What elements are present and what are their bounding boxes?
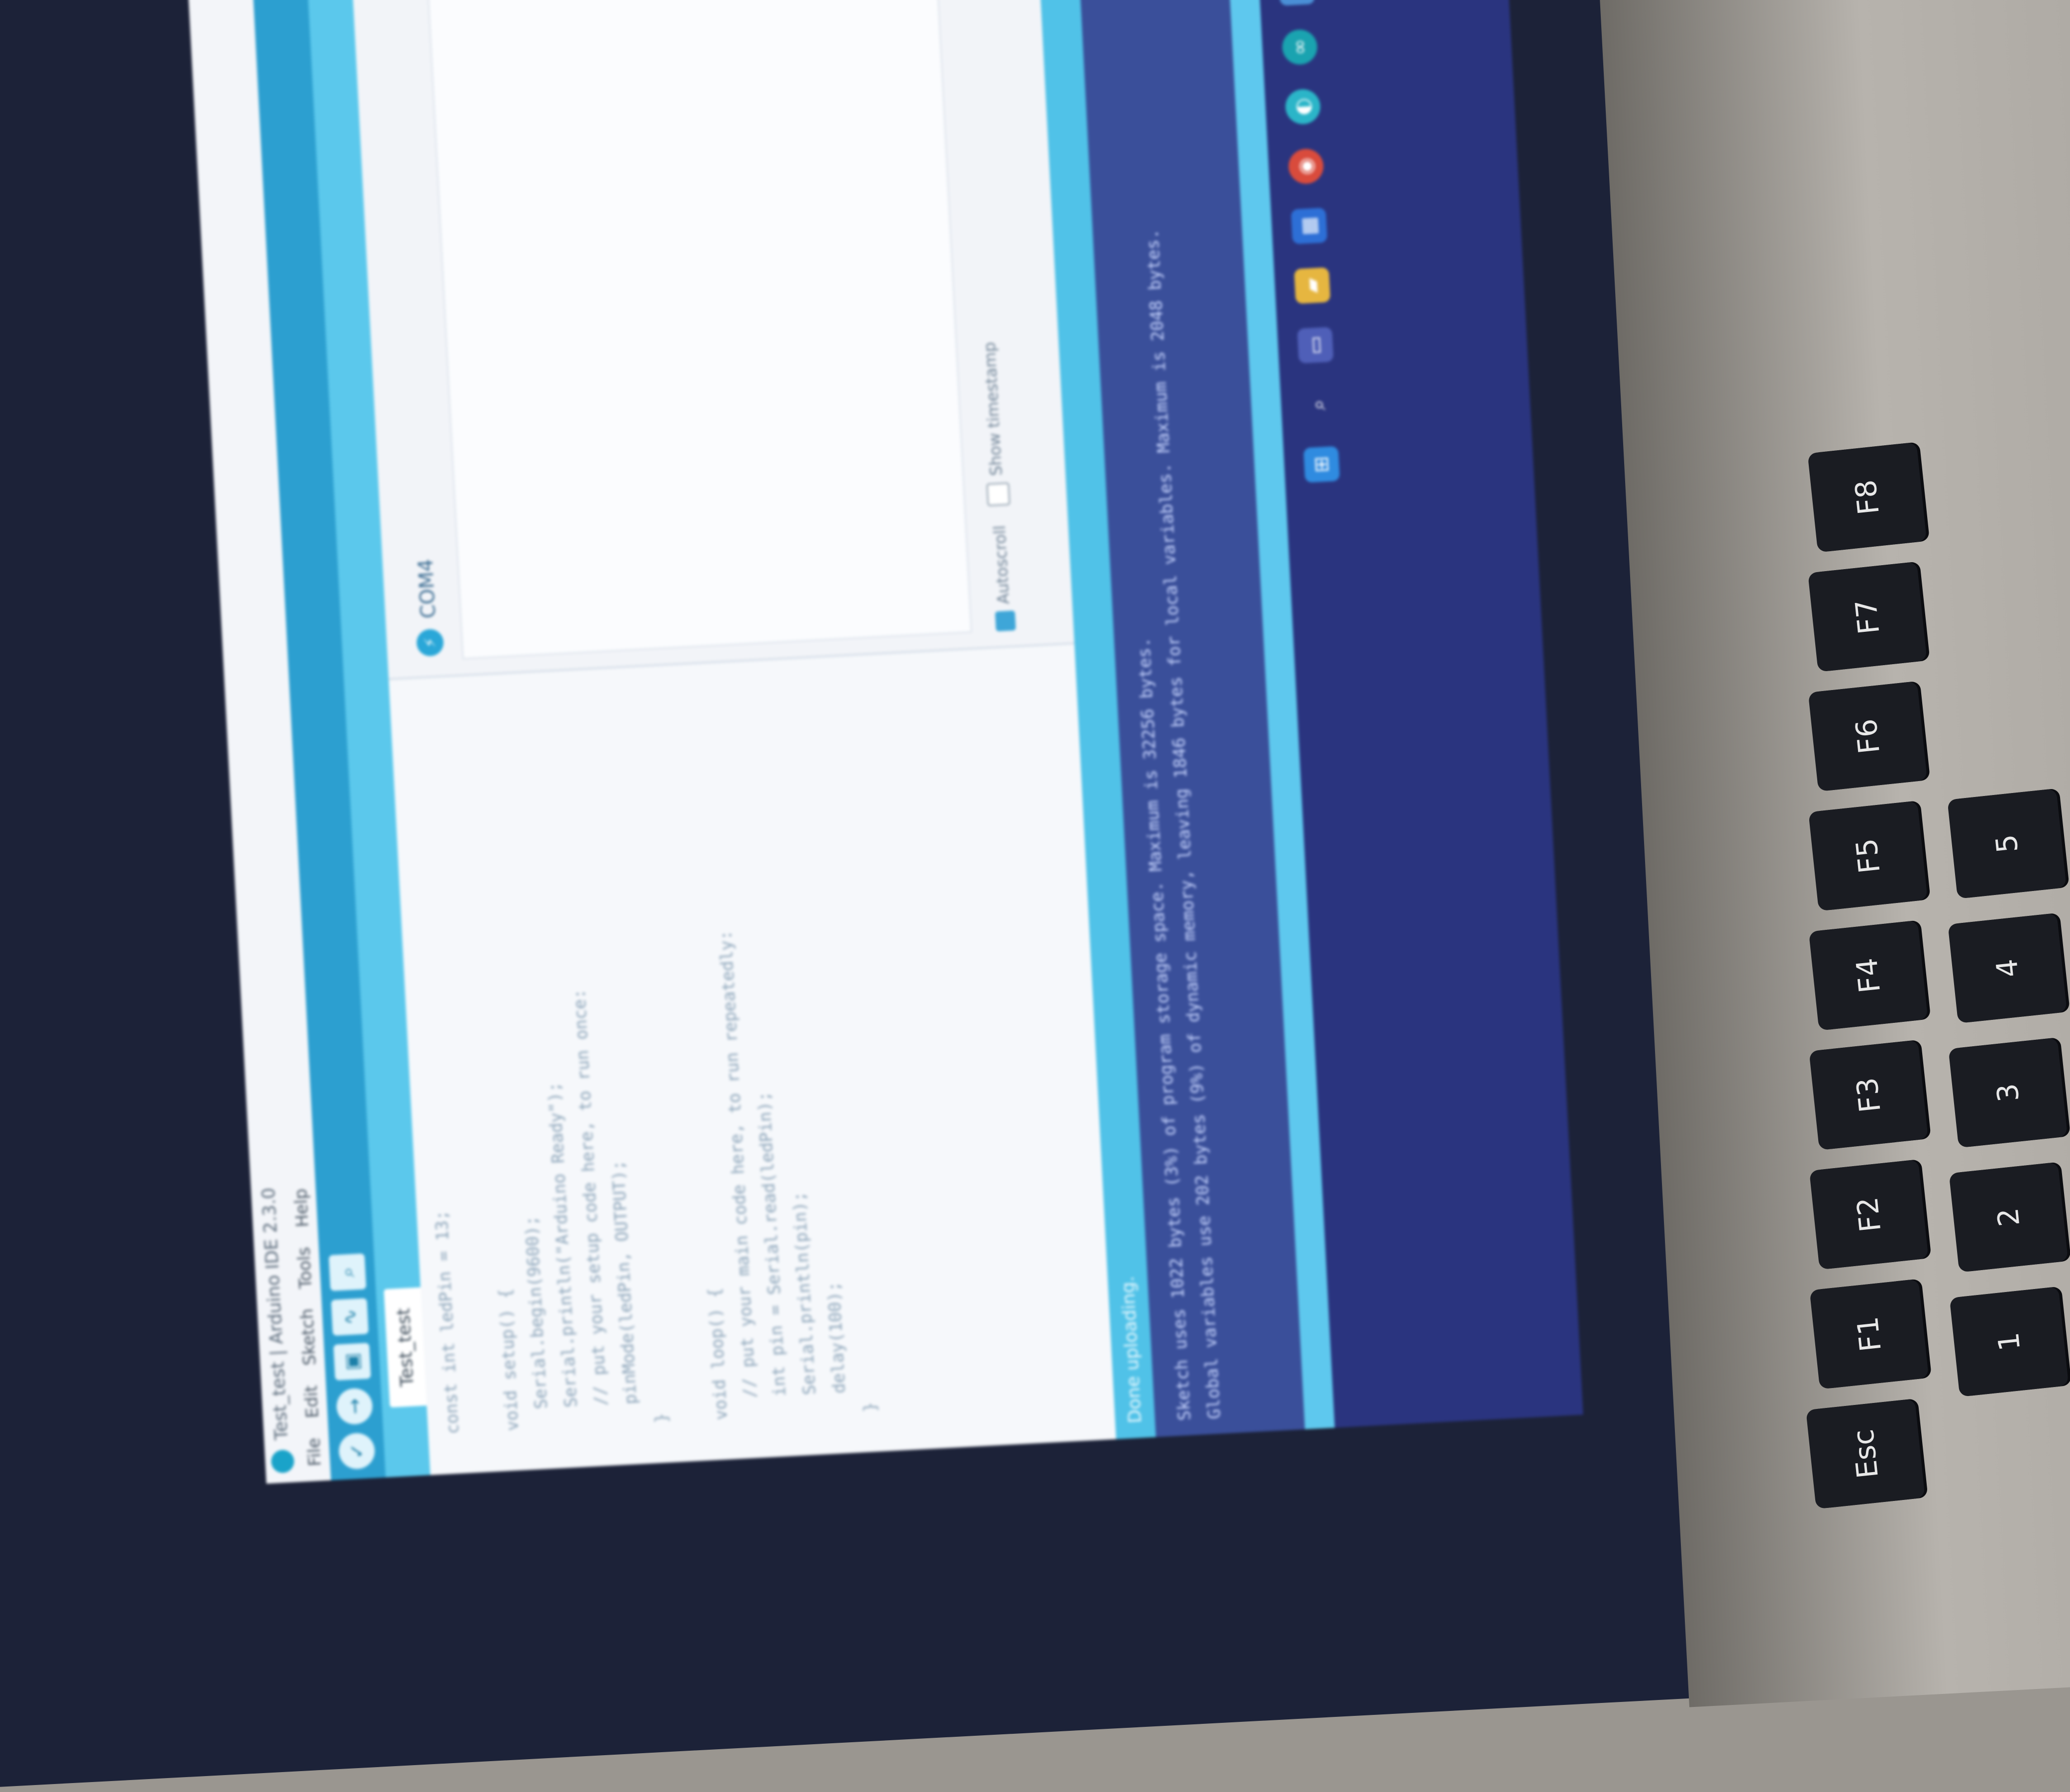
code-line: Serial.println(pin);: [789, 1191, 821, 1416]
key-f2[interactable]: F2: [1809, 1159, 1929, 1270]
task-view-icon[interactable]: ▭: [1297, 327, 1334, 364]
serial-plotter-button[interactable]: ∿: [331, 1298, 369, 1336]
tab-sketch[interactable]: Test_test: [384, 1287, 427, 1408]
serial-monitor-icon: ⌕: [336, 1266, 359, 1278]
timestamp-toggle[interactable]: Show timestamp: [979, 341, 1011, 506]
window-title: Test_test | Arduino IDE 2.3.0: [258, 1187, 292, 1441]
serial-monitor-button[interactable]: ⌕: [328, 1253, 367, 1292]
key-3[interactable]: 3: [1948, 1037, 2068, 1148]
key-f7[interactable]: F7: [1808, 561, 1927, 672]
key-1[interactable]: 1: [1949, 1286, 2069, 1397]
code-line: const int ledPin = 13;: [431, 1209, 463, 1435]
timestamp-label: Show timestamp: [980, 341, 1006, 477]
menu-edit[interactable]: Edit: [301, 1385, 322, 1419]
menu-tools[interactable]: Tools: [294, 1247, 316, 1290]
code-line: Serial.begin(9600);: [521, 1215, 553, 1430]
code-line: void loop() {: [704, 1287, 731, 1421]
code-line: }: [651, 1412, 672, 1424]
autoscroll-label: Autoscroll: [990, 525, 1013, 605]
code-line: void setup() {: [495, 1288, 523, 1432]
arrow-right-icon: →: [343, 1397, 366, 1415]
menu-file[interactable]: File: [304, 1437, 325, 1467]
port-selector[interactable]: ⚡ COM4: [413, 558, 444, 657]
key-f6[interactable]: F6: [1808, 681, 1928, 792]
checkbox-checked-icon: [995, 610, 1016, 632]
edge-icon[interactable]: ◐: [1284, 88, 1322, 125]
serial-monitor-footer: Autoscroll Show timestamp: [979, 341, 1017, 632]
file-explorer-icon[interactable]: ▰: [1294, 267, 1331, 304]
verify-button[interactable]: ✓: [338, 1432, 376, 1470]
arduino-icon[interactable]: ∞: [1281, 28, 1318, 66]
code-line: delay(100);: [824, 1281, 851, 1414]
key-f1[interactable]: F1: [1809, 1279, 1929, 1390]
arduino-logo-icon: [270, 1449, 295, 1474]
key-esc[interactable]: Esc: [1806, 1398, 1925, 1509]
usb-icon: ⚡: [415, 628, 444, 657]
key-4[interactable]: 4: [1948, 913, 2068, 1024]
plotter-icon: ∿: [338, 1308, 361, 1326]
debug-icon: ▣: [340, 1352, 364, 1372]
key-5[interactable]: 5: [1947, 788, 2067, 899]
laptop-screen: Test_test | Arduino IDE 2.3.0 File Edit …: [188, 0, 1583, 1484]
debug-button[interactable]: ▣: [333, 1343, 371, 1381]
store-icon[interactable]: ▦: [1291, 207, 1328, 244]
key-2[interactable]: 2: [1949, 1162, 2069, 1273]
search-icon[interactable]: ⌕: [1300, 387, 1337, 423]
code-line: pinMode(ledPin, OUTPUT);: [608, 1160, 642, 1425]
key-f8[interactable]: F8: [1807, 442, 1927, 553]
taskbar-icons: ⊞ ⌕ ▭ ▰ ▦ ◉ ◐ ∞ ▤: [1278, 0, 1340, 483]
serial-monitor-panel: ⚡ COM4 Autoscroll Show timestamp: [352, 0, 1075, 681]
autoscroll-toggle[interactable]: Autoscroll: [990, 525, 1016, 632]
code-line: int pin = Serial.read(ledPin);: [754, 1091, 791, 1418]
chrome-icon[interactable]: ◉: [1287, 148, 1325, 185]
key-f4[interactable]: F4: [1808, 920, 1928, 1031]
key-f5[interactable]: F5: [1808, 800, 1928, 911]
app-icon[interactable]: ▤: [1278, 0, 1315, 6]
menu-help[interactable]: Help: [291, 1188, 312, 1228]
port-label: COM4: [414, 558, 440, 619]
key-f3[interactable]: F3: [1809, 1040, 1929, 1150]
windows-start-icon[interactable]: ⊞: [1303, 446, 1340, 483]
check-icon: ✓: [345, 1442, 368, 1460]
code-line: }: [860, 1401, 881, 1413]
serial-output-area[interactable]: [427, 0, 972, 660]
upload-button[interactable]: →: [335, 1387, 374, 1425]
menu-sketch[interactable]: Sketch: [297, 1308, 320, 1366]
checkbox-unchecked-icon: [986, 482, 1011, 506]
